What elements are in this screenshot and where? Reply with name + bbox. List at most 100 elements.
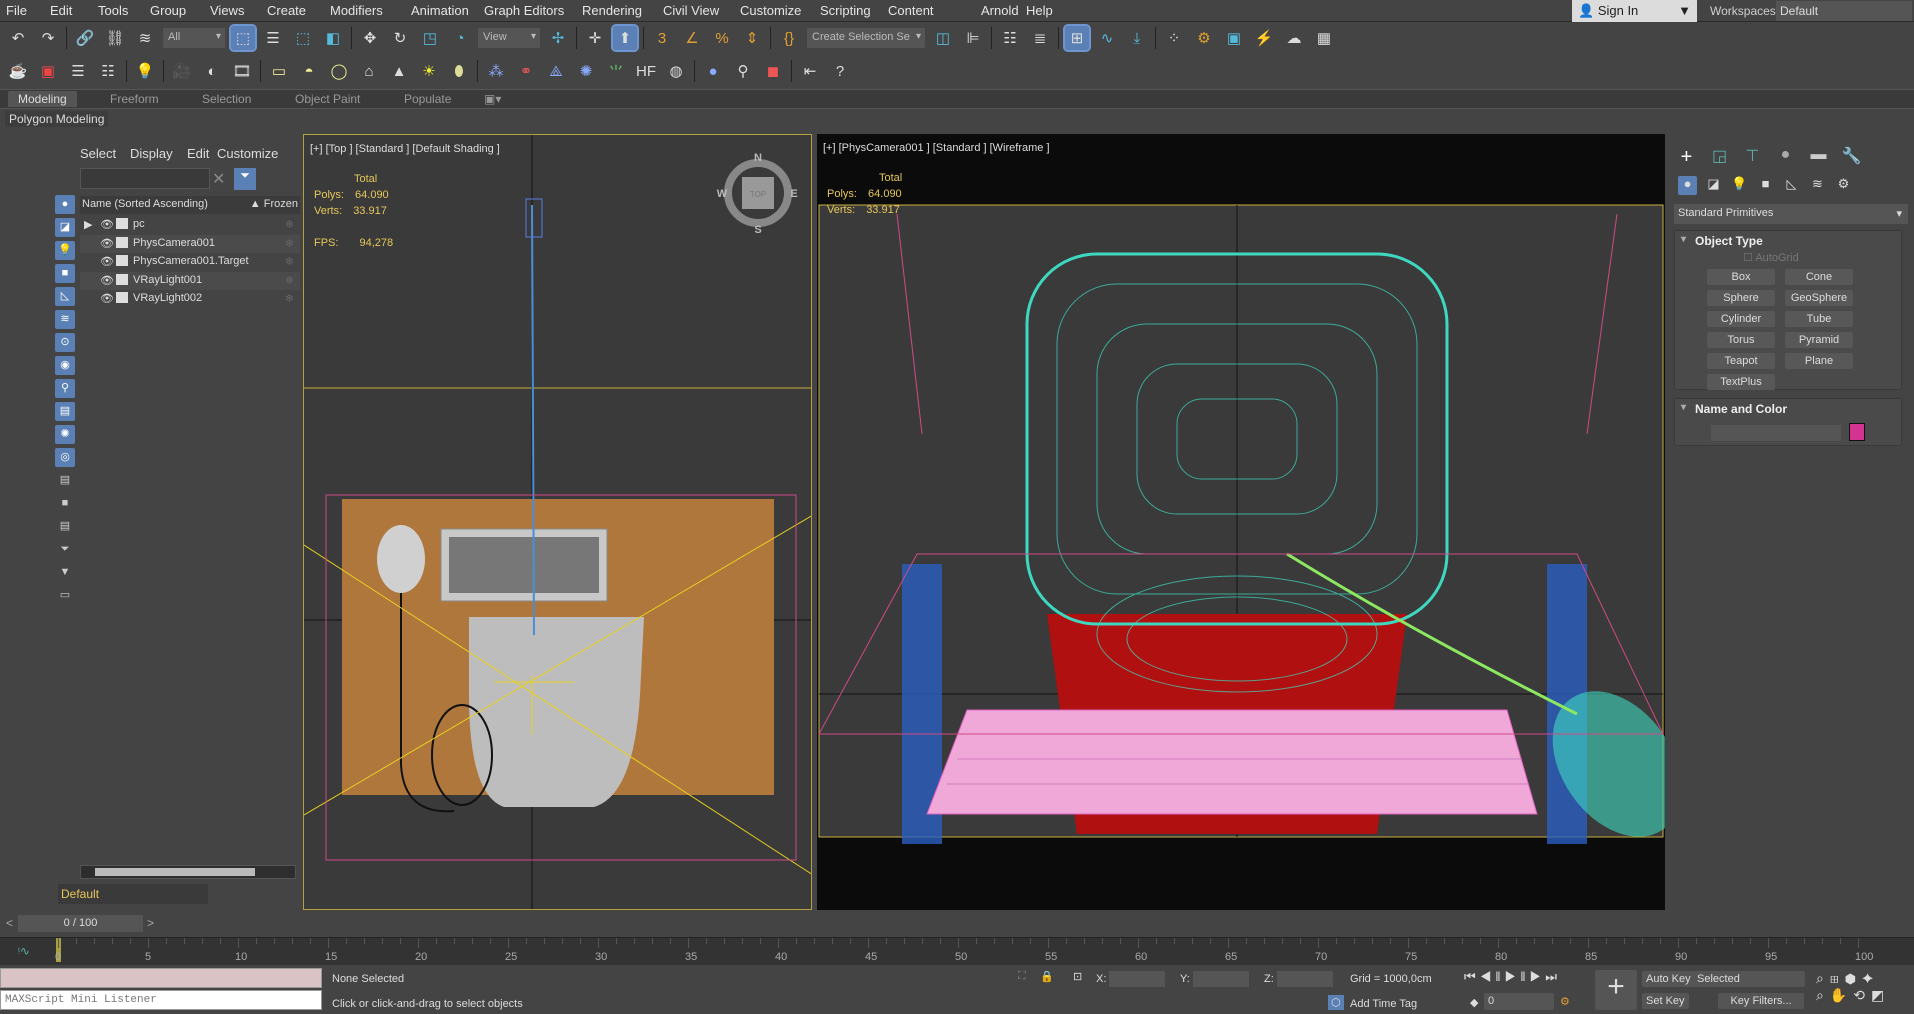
create-teapot-button[interactable]: Teapot	[1707, 353, 1775, 369]
vray-proxy-icon[interactable]: ⁂	[484, 59, 508, 83]
y-coordinate-input[interactable]	[1193, 971, 1249, 987]
film-icon[interactable]: 🎞	[230, 59, 254, 83]
create-textplus-button[interactable]: TextPlus	[1707, 374, 1775, 390]
explorer-menu-edit[interactable]: Edit	[187, 146, 209, 161]
object-name-input[interactable]	[1711, 425, 1841, 441]
display-containers-icon[interactable]: ◉	[55, 356, 75, 375]
primitive-category-select[interactable]: Standard Primitives ▾	[1674, 204, 1908, 224]
named-selection-sets-icon[interactable]: {}	[777, 26, 801, 50]
vray-clipper-icon[interactable]: ⟁	[544, 59, 568, 83]
create-tab-icon[interactable]: +	[1674, 146, 1699, 168]
snap-3d-icon[interactable]: 3	[650, 26, 674, 50]
explorer-menu-display[interactable]: Display	[130, 146, 173, 161]
scene-object-row[interactable]: 👁 VRayLight002 ❄	[80, 290, 300, 308]
help-icon[interactable]: ?	[828, 59, 852, 83]
undo-icon[interactable]: ↶	[6, 26, 30, 50]
redo-icon[interactable]: ↷	[36, 26, 60, 50]
systems-icon[interactable]: ⚙	[1834, 176, 1853, 195]
viewport-top[interactable]: [+] [Top ] [Standard ] [Default Shading …	[303, 134, 812, 910]
explorer-search-input[interactable]	[80, 168, 210, 189]
orbit-icon[interactable]: ⟲	[1853, 987, 1871, 1003]
menu-create[interactable]: Create	[267, 3, 306, 18]
ribbon-tab-modeling[interactable]: Modeling	[8, 91, 77, 107]
time-tag-icon[interactable]: ⬡	[1328, 995, 1344, 1010]
light-lister-icon[interactable]: 💡	[133, 59, 157, 83]
vray-material-icon[interactable]: ●	[701, 59, 725, 83]
add-time-tag[interactable]: Add Time Tag	[1350, 998, 1417, 1010]
create-box-button[interactable]: Box	[1707, 269, 1775, 285]
select-object-icon[interactable]: ⬚	[229, 24, 257, 52]
rect-selection-icon[interactable]: ⬚	[291, 26, 315, 50]
vray-plane-icon[interactable]: ▭	[267, 59, 291, 83]
next-frame-button[interactable]: >	[147, 916, 154, 930]
scale-icon[interactable]: ◳	[418, 26, 442, 50]
go-to-end-icon[interactable]: ⏭	[1545, 969, 1561, 984]
key-mode-icon[interactable]: ◆	[1470, 996, 1478, 1009]
set-key-button[interactable]: Set Key	[1642, 993, 1689, 1009]
expand-icon[interactable]: ▶	[84, 218, 92, 231]
menu-rendering[interactable]: Rendering	[582, 3, 642, 18]
helpers-icon[interactable]: ◺	[1782, 176, 1801, 195]
zoom-extents-icon[interactable]: ⬢	[1845, 970, 1862, 986]
scene-object-row[interactable]: ▶ 👁 pc ❄	[80, 216, 300, 234]
scene-object-row[interactable]: 👁 VRayLight001 ❄	[80, 271, 300, 290]
ribbon-tab-freeform[interactable]: Freeform	[110, 92, 159, 106]
toggle-ribbon-icon[interactable]: ⊞	[1063, 24, 1091, 52]
create-plane-button[interactable]: Plane	[1785, 353, 1853, 369]
pan-icon[interactable]: ✋	[1830, 987, 1853, 1003]
vray-vfb-icon[interactable]: ◼	[761, 59, 785, 83]
rendered-frame-window-icon[interactable]: ▣	[1222, 26, 1246, 50]
camera-sequencer-icon[interactable]: ◐	[200, 59, 224, 83]
spacewarps-icon[interactable]: ≋	[1808, 176, 1827, 195]
track-bar[interactable]: ᵎ∿ 0 5 10 15 20 25 30 35 40 45 50 55 60 65 70 75 80 85 90 9…	[0, 937, 1914, 965]
move-icon[interactable]: ✥	[358, 26, 382, 50]
select-manipulate-icon[interactable]: ✛	[583, 26, 607, 50]
menu-edit[interactable]: Edit	[50, 3, 72, 18]
spinner-snap-icon[interactable]: ⇕	[740, 26, 764, 50]
utilities-tab-icon[interactable]: 🔧	[1839, 146, 1864, 168]
menu-arnold[interactable]: Arnold	[981, 3, 1019, 18]
curve-editor-icon[interactable]: ∿	[1095, 26, 1119, 50]
hierarchy-tab-icon[interactable]: ⊤	[1740, 146, 1765, 168]
create-tube-button[interactable]: Tube	[1785, 311, 1853, 327]
render-cloud-icon[interactable]: ☁	[1282, 26, 1306, 50]
scene-explorer-icon[interactable]: ☷	[998, 26, 1022, 50]
render-production-icon[interactable]: ⚡	[1252, 26, 1276, 50]
explorer-scrollbar[interactable]	[80, 865, 296, 879]
viewport-camera[interactable]: [+] [PhysCamera001 ] [Standard ] [Wirefr…	[817, 134, 1665, 910]
vray-sun-icon[interactable]: ☀	[417, 59, 441, 83]
explorer-header[interactable]: Name (Sorted Ascending) ▲ Frozen	[80, 196, 300, 214]
transform-mode-icon[interactable]: ⊡	[1073, 970, 1082, 983]
close-icon[interactable]: ✕	[212, 169, 225, 189]
schematic-view-icon[interactable]: ⤓	[1125, 26, 1149, 50]
filter-icon[interactable]: ⏷	[55, 540, 75, 559]
menu-scripting[interactable]: Scripting	[820, 3, 871, 18]
menu-content[interactable]: Content	[888, 3, 934, 18]
list-icon[interactable]: ☰	[66, 59, 90, 83]
object-color-swatch[interactable]	[1849, 423, 1865, 441]
render-setup-icon[interactable]: ⚙	[1192, 26, 1216, 50]
selection-filter-select[interactable]: All	[163, 28, 225, 48]
mirror-icon[interactable]: ◫	[931, 26, 955, 50]
maxscript-output[interactable]	[0, 968, 322, 988]
frozen-toggle-icon[interactable]: ❄	[285, 292, 294, 305]
current-frame-input[interactable]: 0	[1484, 993, 1554, 1010]
eye-icon[interactable]: 👁	[100, 274, 114, 287]
eye-icon[interactable]: 👁	[100, 237, 114, 250]
dock-icon[interactable]: ▭	[55, 586, 75, 605]
frozen-toggle-icon[interactable]: ❄	[285, 237, 294, 250]
vray-dome-icon[interactable]: ◓	[297, 59, 321, 83]
display-xrefs-icon[interactable]: ⚲	[55, 379, 75, 398]
layer-select[interactable]: Default	[58, 884, 208, 904]
shapes-icon[interactable]: ◪	[1704, 176, 1723, 195]
menu-modifiers[interactable]: Modifiers	[330, 3, 383, 18]
display-frozen-icon[interactable]: ◎	[55, 448, 75, 467]
display-groups-icon[interactable]: ▤	[55, 402, 75, 421]
vray-sphere-icon[interactable]: ◯	[327, 59, 351, 83]
display-particles-icon[interactable]: ✺	[55, 425, 75, 444]
ribbon-tab-object-paint[interactable]: Object Paint	[295, 92, 360, 106]
zoom-extents-all-icon[interactable]: ✦	[1862, 970, 1879, 986]
ribbon-tab-selection[interactable]: Selection	[202, 92, 251, 106]
display-helpers-icon[interactable]: ◺	[55, 287, 75, 306]
unlink-icon[interactable]: ⛓	[103, 26, 127, 50]
